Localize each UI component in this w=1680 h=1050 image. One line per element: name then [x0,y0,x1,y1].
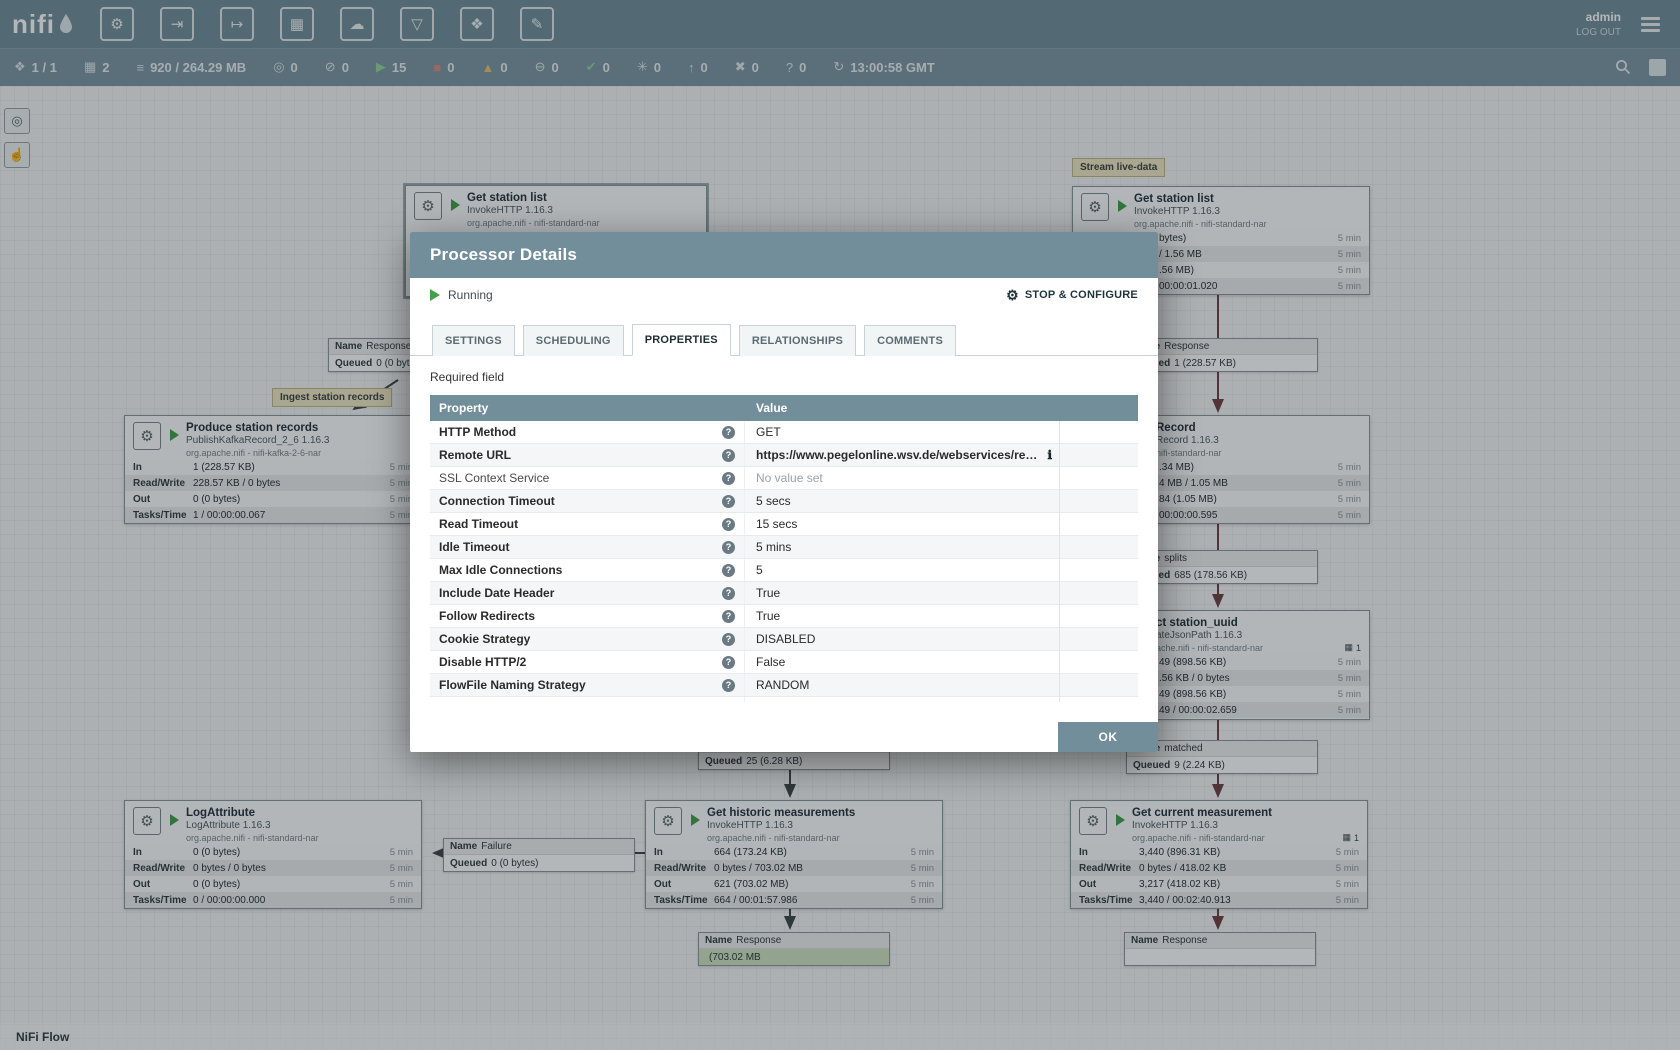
value-column-header: Value [745,401,1060,415]
property-value[interactable]: 5 [756,563,1059,577]
help-icon[interactable]: ? [722,702,735,703]
property-name: Idle Timeout [439,540,722,554]
dialog-status-row: Running ⚙ STOP & CONFIGURE [410,278,1158,312]
required-field-note: Required field [430,370,1138,384]
property-name: Max Idle Connections [439,563,722,577]
property-value[interactable]: True [756,609,1059,623]
property-row[interactable]: Read Timeout ? 15 secs ℹ [430,513,1138,536]
dialog-tabbar: SETTINGS SCHEDULING PROPERTIES RELATIONS… [410,312,1158,356]
property-row[interactable]: Attributes to Send ? ℹ [430,697,1138,702]
processor-details-dialog: Processor Details Running ⚙ STOP & CONFI… [410,232,1158,752]
help-icon[interactable]: ? [722,610,735,623]
dialog-body: Required field Property Value HTTP Metho… [410,356,1158,702]
property-name: Follow Redirects [439,609,722,623]
property-row[interactable]: Cookie Strategy ? DISABLED ℹ [430,628,1138,651]
info-icon[interactable]: ℹ [1047,448,1052,462]
property-name: HTTP Method [439,425,722,439]
property-row[interactable]: Include Date Header ? True ℹ [430,582,1138,605]
dialog-tab[interactable]: SETTINGS [432,325,515,356]
help-icon[interactable]: ? [722,564,735,577]
property-value[interactable]: GET [756,425,1059,439]
help-icon[interactable]: ? [722,587,735,600]
property-value[interactable]: False [756,655,1059,669]
dialog-tab[interactable]: RELATIONSHIPS [739,325,856,356]
properties-table: Property Value HTTP Method ? GET ℹ [430,395,1138,702]
help-icon[interactable]: ? [722,495,735,508]
property-row[interactable]: Idle Timeout ? 5 mins ℹ [430,536,1138,559]
property-row[interactable]: Max Idle Connections ? 5 ℹ [430,559,1138,582]
property-value[interactable]: https://www.pegelonline.wsv.de/webservic… [756,448,1043,462]
property-value[interactable]: 5 secs [756,494,1059,508]
property-row[interactable]: Follow Redirects ? True ℹ [430,605,1138,628]
dialog-tab[interactable]: SCHEDULING [523,325,624,356]
property-value[interactable]: 15 secs [756,517,1059,531]
property-name: Read Timeout [439,517,722,531]
property-row[interactable]: SSL Context Service ? No value set ℹ [430,467,1138,490]
property-row[interactable]: Remote URL ? https://www.pegelonline.wsv… [430,444,1138,467]
ok-button[interactable]: OK [1058,722,1158,752]
property-name: Connection Timeout [439,494,722,508]
property-name: Remote URL [439,448,722,462]
property-name: Cookie Strategy [439,632,722,646]
dialog-header: Processor Details [410,232,1158,278]
property-name: SSL Context Service [439,471,722,485]
help-icon[interactable]: ? [722,679,735,692]
help-icon[interactable]: ? [722,633,735,646]
stop-configure-gear-icon: ⚙ [1006,287,1019,304]
dialog-tab[interactable]: PROPERTIES [632,324,731,356]
dialog-tab[interactable]: COMMENTS [864,325,956,356]
help-icon[interactable]: ? [722,518,735,531]
property-value[interactable]: DISABLED [756,632,1059,646]
help-icon[interactable]: ? [722,449,735,462]
property-name: Attributes to Send [439,701,722,702]
stop-and-configure-button[interactable]: ⚙ STOP & CONFIGURE [1006,287,1138,304]
property-row[interactable]: FlowFile Naming Strategy ? RANDOM ℹ [430,674,1138,697]
run-status-label: Running [448,288,493,302]
property-name: Include Date Header [439,586,722,600]
property-name: Disable HTTP/2 [439,655,722,669]
help-icon[interactable]: ? [722,541,735,554]
property-value[interactable]: True [756,586,1059,600]
help-icon[interactable]: ? [722,426,735,439]
property-row[interactable]: Disable HTTP/2 ? False ℹ [430,651,1138,674]
property-name: FlowFile Naming Strategy [439,678,722,692]
property-column-header: Property [430,401,745,415]
property-value[interactable]: No value set [756,471,1059,485]
properties-table-header: Property Value [430,395,1138,421]
help-icon[interactable]: ? [722,472,735,485]
dialog-title: Processor Details [430,245,577,265]
property-value[interactable]: RANDOM [756,678,1059,692]
help-icon[interactable]: ? [722,656,735,669]
property-row[interactable]: HTTP Method ? GET ℹ [430,421,1138,444]
property-value[interactable]: 5 mins [756,540,1059,554]
running-status-icon [430,289,440,301]
property-row[interactable]: Connection Timeout ? 5 secs ℹ [430,490,1138,513]
